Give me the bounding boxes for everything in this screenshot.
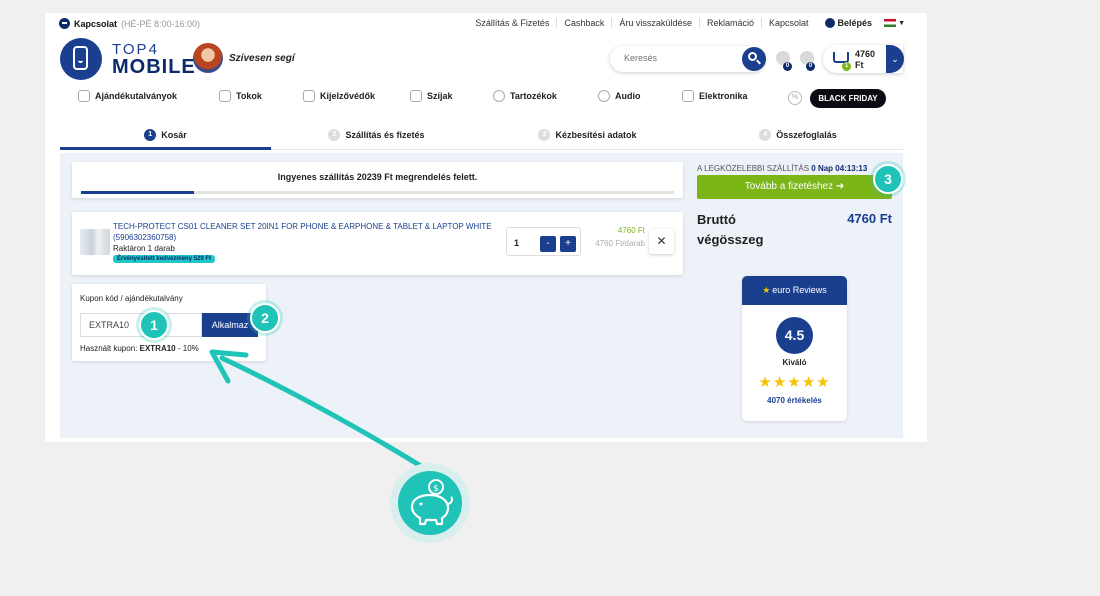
callout-marker-2: 2 xyxy=(250,303,280,333)
tutorial-arrow xyxy=(209,349,443,481)
piggy-bank-badge: $ xyxy=(390,463,470,543)
callout-marker-1: 1 xyxy=(139,310,169,340)
callout-marker-3: 3 xyxy=(873,164,903,194)
svg-text:$: $ xyxy=(433,484,439,494)
piggy-bank-icon: $ xyxy=(398,471,462,535)
